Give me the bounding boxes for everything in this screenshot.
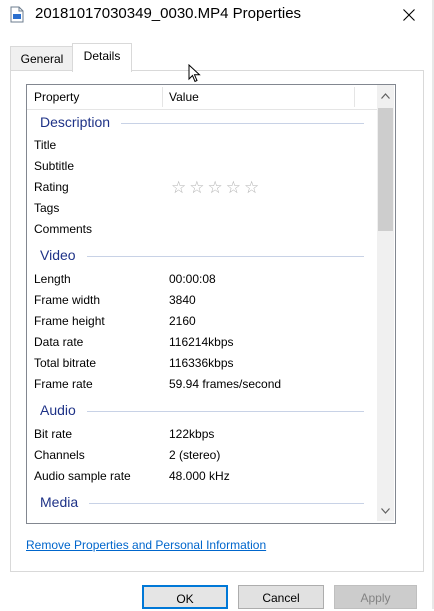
row-comments-label: Comments (34, 222, 93, 236)
tab-general[interactable]: General (10, 46, 74, 71)
group-heading-audio: Audio (40, 402, 76, 418)
column-divider[interactable] (162, 87, 163, 107)
row-frame-rate-value: 59.94 frames/second (169, 377, 282, 391)
row-data-rate-value: 116214kbps (169, 335, 234, 349)
chevron-up-icon (381, 92, 390, 99)
window-title: 20181017030349_0030.MP4 Properties (35, 5, 302, 22)
star-icon[interactable]: ☆ (189, 178, 207, 197)
mouse-pointer-icon (188, 64, 201, 83)
row-frame-rate-label: Frame rate (34, 377, 93, 391)
close-button[interactable] (386, 0, 432, 30)
row-audio-sample-rate-label: Audio sample rate (34, 469, 131, 483)
group-divider (121, 123, 364, 124)
row-frame-height-value: 2160 (169, 314, 196, 328)
row-frame-width-label: Frame width (34, 293, 101, 307)
row-total-bitrate-value: 116336kbps (169, 356, 234, 370)
scroll-down-button[interactable] (377, 502, 394, 519)
list-header: Property Value (27, 85, 377, 110)
property-list[interactable]: Property Value Description Title Subtitl… (26, 84, 396, 524)
apply-button[interactable]: Apply (334, 585, 417, 609)
scroll-thumb[interactable] (378, 108, 393, 231)
column-header-value[interactable]: Value (169, 90, 199, 104)
row-data-rate-label: Data rate (34, 335, 84, 349)
group-heading-media: Media (40, 494, 79, 510)
row-channels-label: Channels (34, 448, 85, 462)
group-heading-description: Description (40, 114, 111, 130)
column-divider[interactable] (354, 87, 355, 107)
star-icon[interactable]: ☆ (244, 178, 262, 197)
row-length-value: 00:00:08 (169, 272, 216, 286)
group-heading-video: Video (40, 247, 76, 263)
column-header-property[interactable]: Property (34, 90, 79, 104)
row-audio-sample-rate-value: 48.000 kHz (169, 469, 230, 483)
row-subtitle-label: Subtitle (34, 159, 75, 173)
file-icon (10, 6, 24, 23)
ok-button[interactable]: OK (142, 585, 228, 609)
row-total-bitrate-label: Total bitrate (34, 356, 97, 370)
properties-window: 20181017030349_0030.MP4 Properties Gener… (0, 0, 433, 609)
title-bar: 20181017030349_0030.MP4 Properties (0, 0, 432, 30)
close-icon (403, 9, 415, 21)
row-frame-height-label: Frame height (34, 314, 105, 328)
cancel-button[interactable]: Cancel (238, 585, 324, 609)
row-title-label: Title (34, 138, 57, 152)
row-tags-label: Tags (34, 201, 60, 215)
star-icon[interactable]: ☆ (171, 178, 189, 197)
rating-stars[interactable]: ☆☆☆☆☆ (171, 178, 262, 198)
star-icon[interactable]: ☆ (208, 178, 226, 197)
tab-details[interactable]: Details (72, 43, 132, 72)
row-rating-label: Rating (34, 180, 69, 194)
group-divider (89, 503, 364, 504)
row-frame-width-value: 3840 (169, 293, 196, 307)
row-bit-rate-label: Bit rate (34, 427, 73, 441)
scroll-up-button[interactable] (377, 87, 394, 104)
row-bit-rate-value: 122kbps (169, 427, 215, 441)
group-divider (87, 411, 364, 412)
chevron-down-icon (381, 507, 390, 514)
vertical-scrollbar[interactable] (377, 85, 394, 521)
row-length-label: Length (34, 272, 71, 286)
remove-properties-link[interactable]: Remove Properties and Personal Informati… (26, 538, 266, 552)
group-divider (87, 256, 364, 257)
row-channels-value: 2 (stereo) (169, 448, 221, 462)
star-icon[interactable]: ☆ (226, 178, 244, 197)
